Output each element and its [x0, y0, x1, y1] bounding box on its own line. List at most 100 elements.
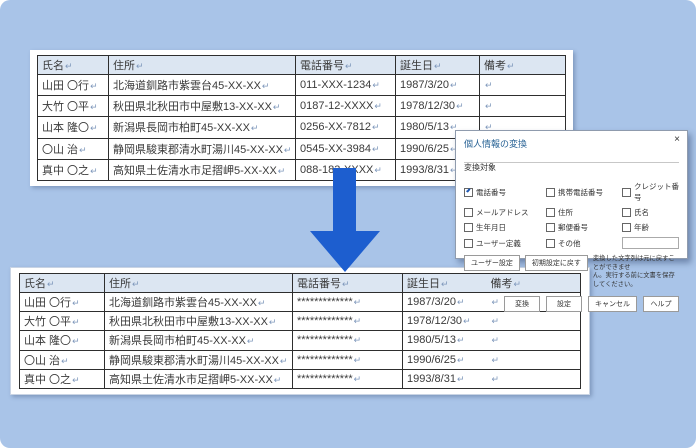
dialog-title: 個人情報の変換: [464, 137, 679, 150]
paragraph-mark-icon: ↵: [372, 80, 380, 90]
paragraph-mark-icon: ↵: [457, 335, 465, 345]
cell-address: 北海道釧路市紫雲台45-XX-XX↵: [109, 75, 296, 96]
paragraph-mark-icon: ↵: [450, 80, 458, 90]
paragraph-mark-icon: ↵: [274, 375, 282, 385]
paragraph-mark-icon: ↵: [354, 335, 362, 345]
table-before-header-row: 氏名↵ 住所↵ 電話番号↵ 誕生日↵ 備考↵: [38, 56, 566, 75]
checkbox-icon[interactable]: [622, 208, 631, 217]
checkbox-postal-code[interactable]: 郵便番号: [546, 222, 620, 233]
cell-phone: 0256-XX-7812↵: [296, 117, 396, 138]
cell-note: ↵: [487, 369, 581, 388]
paragraph-mark-icon: ↵: [492, 316, 500, 326]
cell-birthday: 1993/8/31↵: [403, 369, 487, 388]
checkbox-name[interactable]: 氏名: [622, 207, 679, 218]
user-settings-button[interactable]: ユーザー設定: [464, 255, 520, 271]
paragraph-mark-icon: ↵: [258, 298, 266, 308]
checkbox-icon[interactable]: [464, 223, 473, 232]
cell-address: 秋田県北秋田市中屋敷13-XX-XX↵: [109, 96, 296, 117]
settings-button[interactable]: 設定: [546, 296, 582, 312]
table-row: 大竹 〇平↵ 秋田県北秋田市中屋敷13-XX-XX↵ 0187-12-XXXX↵…: [38, 96, 566, 117]
paragraph-mark-icon: ↵: [284, 145, 292, 155]
paragraph-mark-icon: ↵: [72, 298, 80, 308]
cell-phone-masked: *************↵: [293, 331, 403, 350]
checkbox-phone[interactable]: 電話番号: [464, 187, 544, 198]
cell-birthday: 1978/12/30↵: [396, 96, 480, 117]
checkbox-user-defined[interactable]: ユーザー定義: [464, 238, 544, 249]
paragraph-mark-icon: ↵: [456, 101, 464, 111]
paragraph-mark-icon: ↵: [72, 336, 80, 346]
paragraph-mark-icon: ↵: [72, 375, 80, 385]
paragraph-mark-icon: ↵: [79, 145, 87, 155]
checkbox-icon[interactable]: [622, 188, 631, 197]
paragraph-mark-icon: ↵: [374, 165, 382, 175]
checkbox-icon[interactable]: [464, 208, 473, 217]
paragraph-mark-icon: ↵: [463, 316, 471, 326]
cell-phone: 0187-12-XXXX↵: [296, 96, 396, 117]
cell-note: ↵: [480, 75, 566, 96]
checkbox-birthdate[interactable]: 生年月日: [464, 222, 544, 233]
close-icon[interactable]: ×: [674, 135, 680, 145]
paragraph-mark-icon: ↵: [492, 355, 500, 365]
paragraph-mark-icon: ↵: [354, 355, 362, 365]
paragraph-mark-icon: ↵: [434, 61, 442, 71]
paragraph-mark-icon: ↵: [485, 80, 493, 90]
conversion-target-group: 変換対象: [464, 157, 679, 175]
paragraph-mark-icon: ↵: [485, 101, 493, 111]
cell-birthday: 1978/12/30↵: [403, 312, 487, 331]
checkbox-icon[interactable]: [464, 239, 473, 248]
checkbox-icon[interactable]: [546, 239, 555, 248]
checkbox-icon[interactable]: [546, 188, 555, 197]
table-row: 山本 隆〇↵ 新潟県長岡市柏町45-XX-XX↵ *************↵ …: [20, 331, 581, 350]
reset-defaults-button[interactable]: 初期設定に戻す: [525, 255, 588, 271]
paragraph-mark-icon: ↵: [90, 166, 98, 176]
header-name: 氏名↵: [38, 56, 109, 75]
cell-note: ↵: [480, 96, 566, 117]
cell-address: 静岡県駿東郡清水町湯川45-XX-XX↵: [109, 138, 296, 159]
help-button[interactable]: ヘルプ: [643, 296, 679, 312]
cell-address: 静岡県駿東郡清水町湯川45-XX-XX↵: [105, 350, 293, 369]
paragraph-mark-icon: ↵: [457, 355, 465, 365]
paragraph-mark-icon: ↵: [132, 279, 140, 289]
cell-name: 山本 隆〇↵: [20, 331, 105, 350]
checkbox-address[interactable]: 住所: [546, 207, 620, 218]
cell-phone-masked: *************↵: [293, 312, 403, 331]
table-row: 山田 〇行↵ 北海道釧路市紫雲台45-XX-XX↵ 011-XXX-1234↵ …: [38, 75, 566, 96]
cell-name: 山田 〇行↵: [20, 293, 105, 312]
paragraph-mark-icon: ↵: [251, 123, 259, 133]
cell-name: 真中 〇之↵: [20, 369, 105, 388]
paragraph-mark-icon: ↵: [61, 356, 69, 366]
cell-phone-masked: *************↵: [293, 293, 403, 312]
checkbox-other[interactable]: その他: [546, 238, 620, 249]
paragraph-mark-icon: ↵: [441, 279, 449, 289]
paragraph-mark-icon: ↵: [507, 61, 515, 71]
cell-phone: 0545-XX-3984↵: [296, 138, 396, 159]
cell-name: 大竹 〇平↵: [38, 96, 109, 117]
cell-address: 新潟県長岡市柏町45-XX-XX↵: [105, 331, 293, 350]
cell-name: 〇山 治↵: [20, 350, 105, 369]
cell-address: 秋田県北秋田市中屋敷13-XX-XX↵: [105, 312, 293, 331]
convert-button[interactable]: 変換: [504, 296, 540, 312]
checkbox-mobile-phone[interactable]: 携帯電話番号: [546, 187, 620, 198]
cell-phone-masked: *************↵: [293, 350, 403, 369]
cell-name: 山本 隆〇↵: [38, 117, 109, 138]
checkbox-icon[interactable]: [546, 223, 555, 232]
dialog-note: 変換した文字列は元に戻すことができませ ん。実行する前に文書を保存してください。: [593, 255, 679, 289]
paragraph-mark-icon: ↵: [136, 61, 144, 71]
checkbox-icon[interactable]: [546, 208, 555, 217]
checkbox-icon[interactable]: [622, 223, 631, 232]
cancel-button[interactable]: キャンセル: [588, 296, 637, 312]
paragraph-mark-icon: ↵: [280, 356, 288, 366]
cell-address: 北海道釧路市紫雲台45-XX-XX↵: [105, 293, 293, 312]
header-birthday: 誕生日↵: [396, 56, 480, 75]
checkbox-checked-icon[interactable]: [464, 188, 473, 197]
other-pattern-input[interactable]: [622, 237, 679, 249]
checkbox-age[interactable]: 年齢: [622, 222, 679, 233]
checkbox-credit-number[interactable]: クレジット番号: [622, 181, 679, 203]
checkbox-email[interactable]: メールアドレス: [464, 207, 544, 218]
paragraph-mark-icon: ↵: [72, 317, 80, 327]
cell-note: ↵: [487, 331, 581, 350]
dialog-button-row: 変換 設定 キャンセル ヘルプ: [464, 296, 679, 312]
paragraph-mark-icon: ↵: [90, 123, 98, 133]
paragraph-mark-icon: ↵: [262, 81, 270, 91]
paragraph-mark-icon: ↵: [273, 102, 281, 112]
